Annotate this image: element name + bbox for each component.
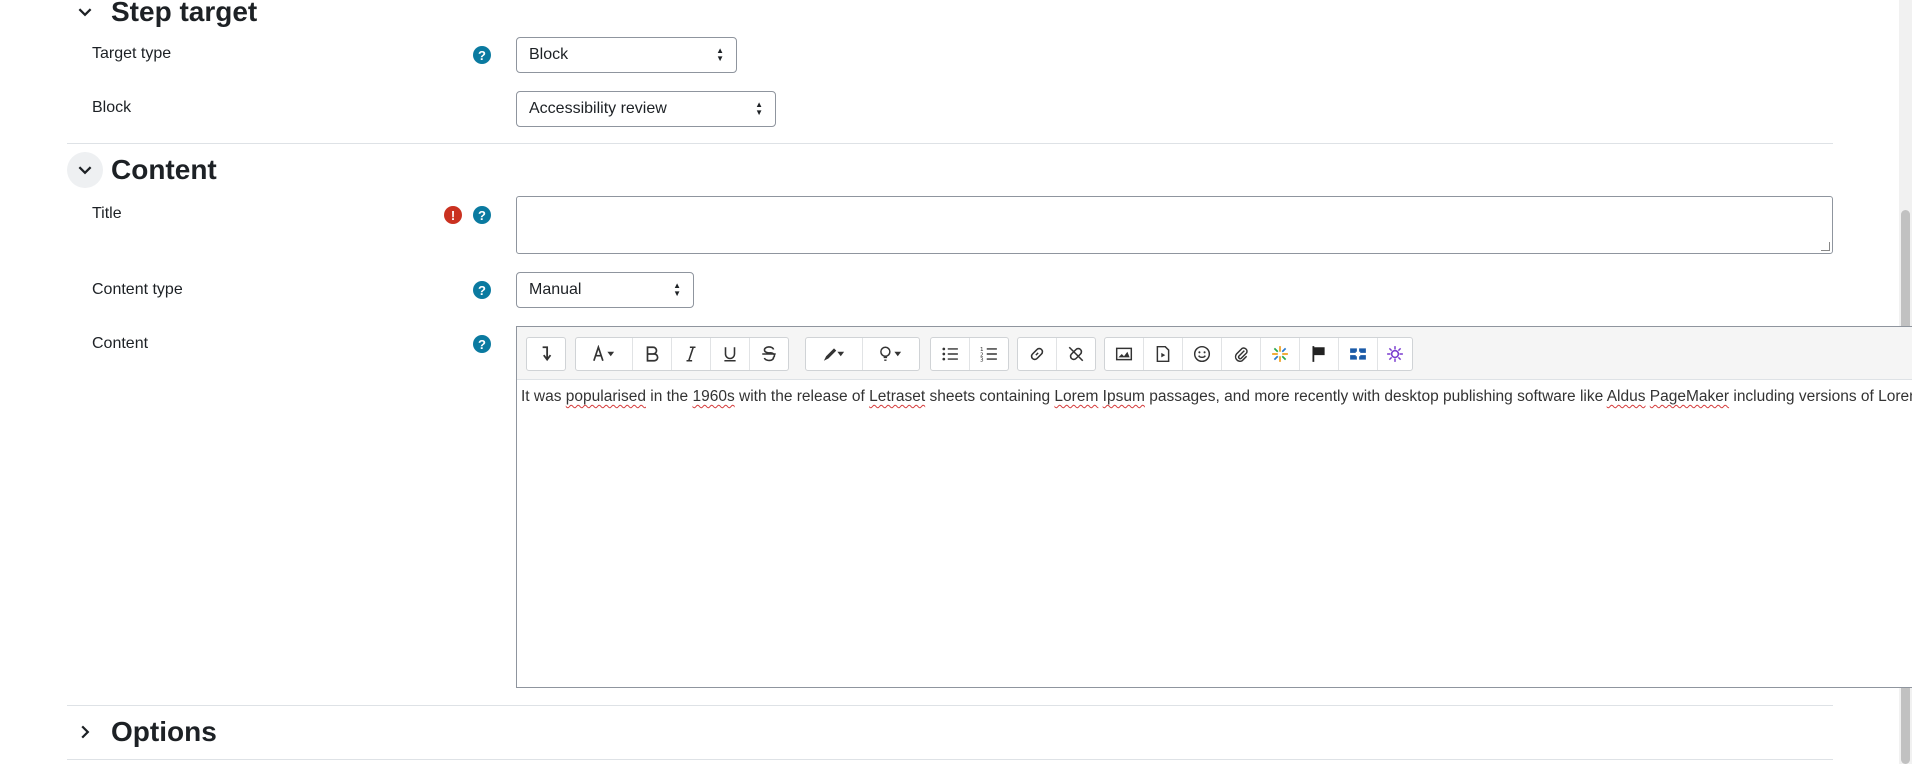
text-segment: including versions of Lorem Ipsum. xyxy=(1733,388,1912,405)
target-type-label: Target type xyxy=(92,45,172,62)
block-label: Block xyxy=(92,99,132,116)
idea-icon[interactable] xyxy=(863,338,919,370)
misspelled-word: Ipsum xyxy=(1102,388,1145,405)
toolbar-group xyxy=(526,337,566,371)
media-icon[interactable] xyxy=(1144,338,1183,370)
flag-icon[interactable] xyxy=(1300,338,1339,370)
numbered-list-icon[interactable]: 123 xyxy=(970,338,1008,370)
misspelled-word: Lorem xyxy=(1054,388,1099,405)
misspelled-word: Letraset xyxy=(869,388,926,405)
required-icon: ! xyxy=(444,206,462,224)
content-type-label: Content type xyxy=(92,281,183,298)
highlight-icon[interactable] xyxy=(806,338,863,370)
italic-icon[interactable] xyxy=(672,338,711,370)
unlink-icon[interactable] xyxy=(1057,338,1095,370)
chevron-right-icon[interactable] xyxy=(67,714,103,750)
section-divider xyxy=(67,705,1833,706)
toolbar-group xyxy=(805,337,920,371)
resize-handle-icon[interactable] xyxy=(1821,242,1830,251)
editor-toolbar: 123 xyxy=(517,327,1912,380)
font-color-icon[interactable] xyxy=(576,338,633,370)
bullet-list-icon[interactable] xyxy=(931,338,970,370)
toolbar-group xyxy=(1104,337,1413,371)
help-icon[interactable]: ? xyxy=(473,206,491,224)
select-arrows-icon: ▲ ▼ xyxy=(673,281,681,298)
attachment-icon[interactable] xyxy=(1222,338,1261,370)
text-segment: It was xyxy=(521,388,566,405)
collapse-icon[interactable] xyxy=(527,338,565,370)
editor-text[interactable]: It was popularised in the 1960s with the… xyxy=(517,380,1912,414)
svg-text:3: 3 xyxy=(980,357,984,363)
help-icon[interactable]: ? xyxy=(473,335,491,353)
image-icon[interactable] xyxy=(1105,338,1144,370)
chevron-down-icon[interactable] xyxy=(67,0,103,30)
toolbar-group xyxy=(575,337,789,371)
section-title: Content xyxy=(111,154,217,185)
content-label: Content xyxy=(92,335,149,352)
content-type-value: Manual xyxy=(529,281,582,298)
text-segment: sheets containing xyxy=(925,388,1055,405)
misspelled-word: popularised xyxy=(565,388,646,405)
chevron-down-icon[interactable] xyxy=(67,152,103,188)
ai-icon[interactable] xyxy=(1378,338,1412,370)
text-segment: passages, and more recently with desktop… xyxy=(1144,388,1607,405)
title-label: Title xyxy=(92,205,122,222)
h5p-icon[interactable] xyxy=(1339,338,1378,370)
underline-icon[interactable] xyxy=(711,338,750,370)
misspelled-word: Aldus xyxy=(1606,388,1646,405)
section-title: Step target xyxy=(111,0,258,27)
select-arrows-icon: ▲ ▼ xyxy=(755,100,763,117)
misspelled-word: 1960s xyxy=(692,388,735,405)
strikethrough-icon[interactable] xyxy=(750,338,788,370)
help-icon[interactable]: ? xyxy=(473,281,491,299)
toolbar-group xyxy=(1017,337,1096,371)
text-segment: in the xyxy=(645,388,693,405)
target-type-value: Block xyxy=(529,46,569,63)
block-value: Accessibility review xyxy=(529,100,667,117)
link-icon[interactable] xyxy=(1018,338,1057,370)
section-divider xyxy=(67,759,1833,760)
text-segment: with the release of xyxy=(734,388,870,405)
generico-icon[interactable] xyxy=(1261,338,1300,370)
toolbar-group: 123 xyxy=(930,337,1009,371)
help-icon[interactable]: ? xyxy=(473,46,491,64)
bold-icon[interactable] xyxy=(633,338,672,370)
section-content-header[interactable]: Content xyxy=(67,148,217,192)
emoji-icon[interactable] xyxy=(1183,338,1222,370)
title-textarea[interactable] xyxy=(516,196,1833,254)
content-type-select[interactable]: Manual ▲ ▼ xyxy=(516,272,694,308)
block-select[interactable]: Accessibility review ▲ ▼ xyxy=(516,91,776,127)
section-step-target-header[interactable]: Step target xyxy=(67,0,257,34)
section-divider xyxy=(67,143,1833,144)
section-options-header[interactable]: Options xyxy=(67,710,217,754)
content-editor[interactable]: 123 It was popularised in the 1960s with… xyxy=(516,326,1912,688)
misspelled-word: PageMaker xyxy=(1649,388,1730,405)
section-title: Options xyxy=(111,716,217,747)
select-arrows-icon: ▲ ▼ xyxy=(716,46,724,63)
target-type-select[interactable]: Block ▲ ▼ xyxy=(516,37,737,73)
